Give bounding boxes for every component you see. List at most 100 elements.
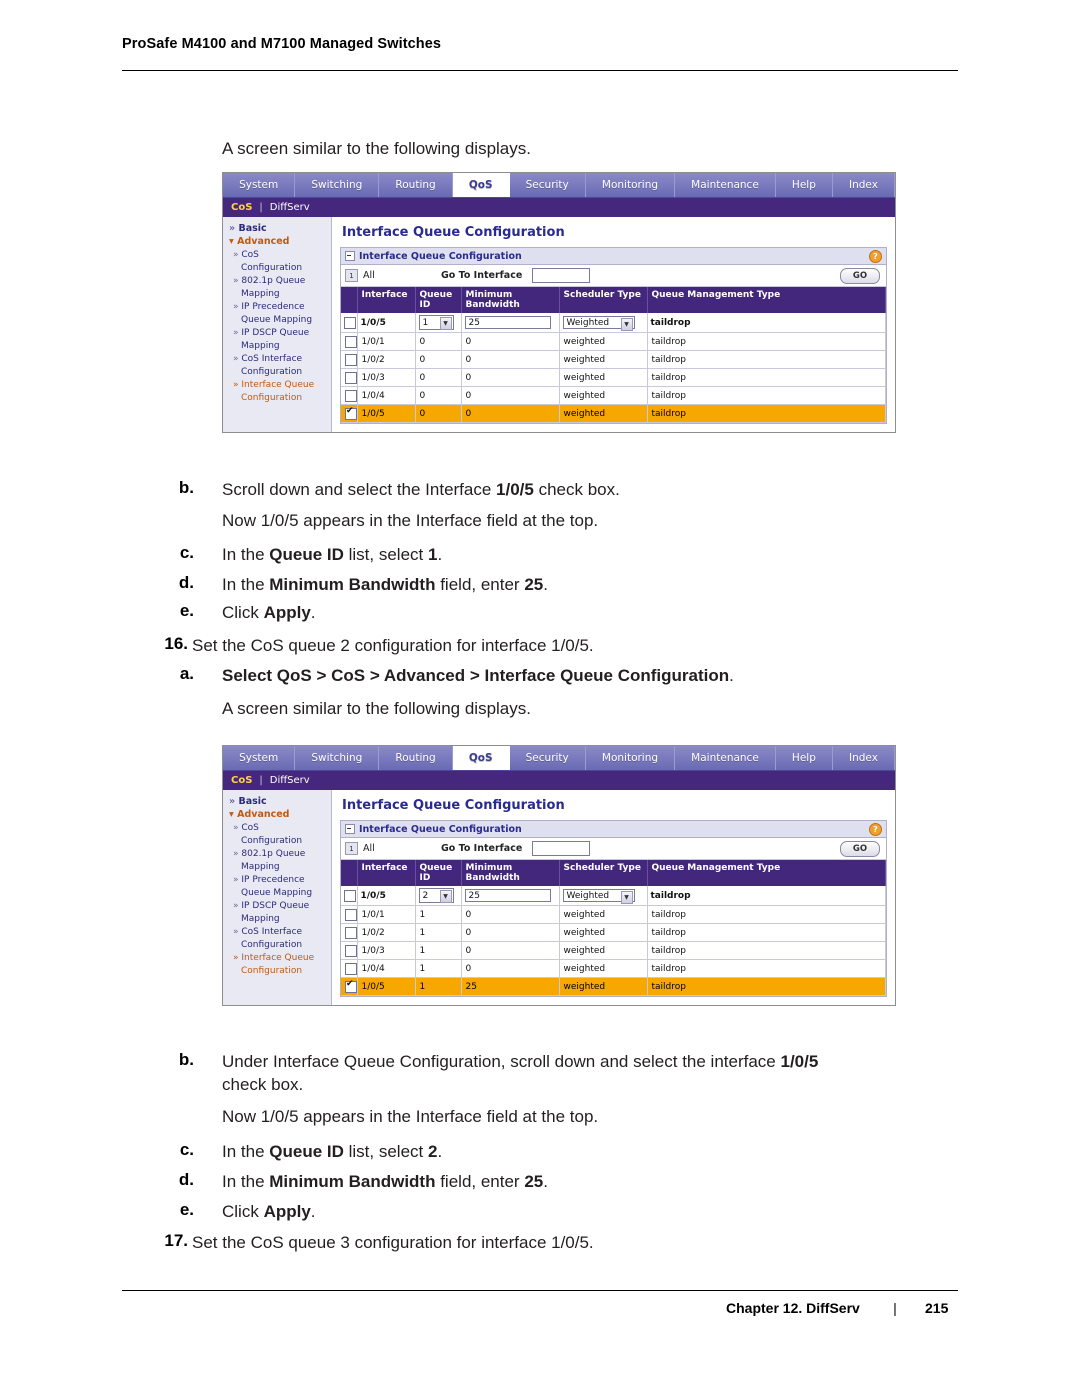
table-row[interactable]: 1/0/3 1 0 weighted taildrop <box>341 941 886 960</box>
scheduler-type-select[interactable]: Weighted ▼ <box>562 889 635 904</box>
row-checkbox-cell[interactable] <box>341 923 358 942</box>
scheduler-type-select[interactable]: Weighted ▼ <box>562 316 635 331</box>
chevron-down-icon[interactable]: ▼ <box>439 890 452 903</box>
row-checkbox[interactable] <box>345 335 357 348</box>
menu-item-maintenance[interactable]: Maintenance <box>675 173 776 197</box>
menu-item-system[interactable]: System <box>223 746 296 770</box>
edit-row-scheduler-cell[interactable]: Weighted ▼ <box>559 886 648 906</box>
sidebar-item-cos-configuration[interactable]: Configuration <box>223 834 331 847</box>
menu-item-qos[interactable]: QoS <box>452 746 510 770</box>
row-checkbox-cell[interactable] <box>341 332 358 351</box>
sidebar-item-interface-queue-configuration[interactable]: Configuration <box>223 964 331 977</box>
menu-item-security[interactable]: Security <box>509 746 586 770</box>
go-button[interactable]: GO <box>840 840 880 857</box>
go-to-interface-input[interactable] <box>532 841 591 856</box>
sidebar-item-cos-interface[interactable]: » CoS Interface <box>223 925 331 938</box>
sidebar-item-8021p-mapping[interactable]: Mapping <box>223 287 331 300</box>
menu-item-help[interactable]: Help <box>775 746 833 770</box>
queue-id-select[interactable]: 1 ▼ <box>418 315 454 330</box>
table-row[interactable]: 1/0/3 0 0 weighted taildrop <box>341 368 886 387</box>
table-row[interactable]: 1/0/4 0 0 weighted taildrop <box>341 386 886 405</box>
sidebar-item-ip-dscp-queue[interactable]: » IP DSCP Queue <box>223 326 331 339</box>
row-checkbox-cell[interactable] <box>341 368 358 387</box>
sidebar-item-interface-queue[interactable]: » Interface Queue <box>223 378 331 391</box>
sidebar-item-cos-configuration[interactable]: Configuration <box>223 261 331 274</box>
table-row[interactable]: 1/0/2 0 0 weighted taildrop <box>341 350 886 369</box>
menu-item-routing[interactable]: Routing <box>379 173 453 197</box>
sidebar-item-8021p-queue[interactable]: » 802.1p Queue <box>223 274 331 287</box>
table-row-selected[interactable]: 1/0/5 0 0 weighted taildrop <box>341 404 886 423</box>
sidebar-item-advanced[interactable]: ▾ Advanced <box>223 235 331 248</box>
sidebar-item-interface-queue[interactable]: » Interface Queue <box>223 951 331 964</box>
top-menu-bar-1[interactable]: System Switching Routing QoS Security Mo… <box>223 173 895 198</box>
menu-item-switching[interactable]: Switching <box>295 746 380 770</box>
menu-item-switching[interactable]: Switching <box>295 173 380 197</box>
row-checkbox[interactable] <box>345 944 357 957</box>
menu-item-help[interactable]: Help <box>775 173 833 197</box>
row-checkbox-cell[interactable] <box>341 977 358 996</box>
table-row-selected[interactable]: 1/0/5 1 25 weighted taildrop <box>341 977 886 996</box>
sidebar-item-8021p-mapping[interactable]: Mapping <box>223 860 331 873</box>
menu-item-security[interactable]: Security <box>509 173 586 197</box>
submenu-item-cos[interactable]: CoS <box>231 202 252 213</box>
sidebar-item-ip-dscp-mapping[interactable]: Mapping <box>223 912 331 925</box>
table-row[interactable]: 1/0/1 1 0 weighted taildrop <box>341 905 886 924</box>
edit-row-checkbox-cell[interactable] <box>341 886 358 906</box>
sidebar-item-ip-dscp-mapping[interactable]: Mapping <box>223 339 331 352</box>
help-icon[interactable]: ? <box>869 249 882 263</box>
row-checkbox[interactable] <box>344 316 356 329</box>
help-icon[interactable]: ? <box>869 822 882 836</box>
row-checkbox-cell[interactable] <box>341 386 358 405</box>
go-to-interface-input[interactable] <box>532 268 591 283</box>
chevron-down-icon[interactable]: ▼ <box>620 318 633 331</box>
edit-row-queue-id-cell[interactable]: 1 ▼ <box>415 313 462 333</box>
menu-item-monitoring[interactable]: Monitoring <box>585 173 676 197</box>
edit-row-min-bw-cell[interactable]: 25 <box>461 886 560 906</box>
submenu-item-cos[interactable]: CoS <box>231 775 252 786</box>
row-checkbox-cell[interactable] <box>341 959 358 978</box>
collapse-icon[interactable] <box>345 251 355 261</box>
menu-item-index[interactable]: Index <box>832 173 895 197</box>
row-checkbox[interactable] <box>345 908 357 921</box>
sidebar-item-8021p-queue[interactable]: » 802.1p Queue <box>223 847 331 860</box>
menu-item-system[interactable]: System <box>223 173 296 197</box>
sidebar-item-ip-dscp-queue[interactable]: » IP DSCP Queue <box>223 899 331 912</box>
sidebar-item-cos[interactable]: » CoS <box>223 821 331 834</box>
row-checkbox[interactable] <box>345 371 357 384</box>
row-checkbox-cell[interactable] <box>341 404 358 423</box>
chevron-down-icon[interactable]: ▼ <box>620 891 633 904</box>
sidebar-item-ip-precedence-queue-mapping[interactable]: Queue Mapping <box>223 886 331 899</box>
row-checkbox[interactable] <box>345 962 357 975</box>
top-menu-bar-2[interactable]: System Switching Routing QoS Security Mo… <box>223 746 895 771</box>
collapse-icon[interactable] <box>345 824 355 834</box>
row-checkbox[interactable] <box>345 406 357 420</box>
table-row[interactable]: 1/0/4 1 0 weighted taildrop <box>341 959 886 978</box>
submenu-item-diffserv[interactable]: DiffServ <box>270 202 310 213</box>
sidebar-item-basic[interactable]: » Basic <box>223 222 331 235</box>
menu-item-routing[interactable]: Routing <box>379 746 453 770</box>
row-checkbox-cell[interactable] <box>341 941 358 960</box>
row-checkbox[interactable] <box>345 353 357 366</box>
sidebar-item-advanced[interactable]: ▾ Advanced <box>223 808 331 821</box>
row-checkbox-cell[interactable] <box>341 905 358 924</box>
row-checkbox[interactable] <box>345 926 357 939</box>
table-row[interactable]: 1/0/2 1 0 weighted taildrop <box>341 923 886 942</box>
edit-row-checkbox-cell[interactable] <box>341 313 358 333</box>
menu-item-maintenance[interactable]: Maintenance <box>675 746 776 770</box>
sidebar-item-interface-queue-configuration[interactable]: Configuration <box>223 391 331 404</box>
row-checkbox[interactable] <box>345 979 357 993</box>
edit-row[interactable]: 1/0/5 2 ▼ 25 Weighted ▼ taildrop <box>341 886 886 906</box>
submenu-item-diffserv[interactable]: DiffServ <box>270 775 310 786</box>
sidebar-item-basic[interactable]: » Basic <box>223 795 331 808</box>
sidebar-item-ip-precedence[interactable]: » IP Precedence <box>223 300 331 313</box>
edit-row-min-bw-cell[interactable]: 25 <box>461 313 560 333</box>
table-row[interactable]: 1/0/1 0 0 weighted taildrop <box>341 332 886 351</box>
menu-item-index[interactable]: Index <box>832 746 895 770</box>
menu-item-monitoring[interactable]: Monitoring <box>585 746 676 770</box>
sidebar-item-cos-interface-configuration[interactable]: Configuration <box>223 365 331 378</box>
row-checkbox[interactable] <box>345 389 357 402</box>
sidebar-item-cos-interface[interactable]: » CoS Interface <box>223 352 331 365</box>
edit-row[interactable]: 1/0/5 1 ▼ 25 Weighted ▼ taildrop <box>341 313 886 333</box>
queue-id-select[interactable]: 2 ▼ <box>418 888 454 903</box>
sidebar-item-ip-precedence-queue-mapping[interactable]: Queue Mapping <box>223 313 331 326</box>
